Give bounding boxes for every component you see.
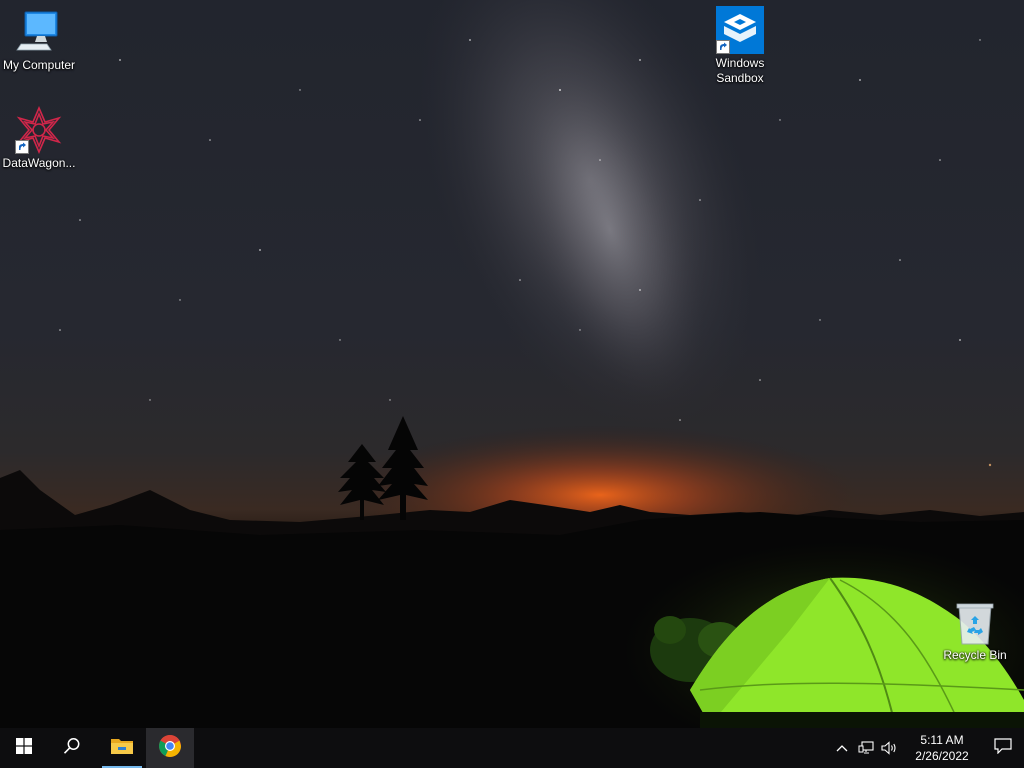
start-button[interactable] xyxy=(0,728,48,768)
taskbar-app-file-explorer[interactable] xyxy=(98,728,146,768)
datawagon-icon xyxy=(15,105,63,155)
search-icon xyxy=(63,737,81,760)
clock-date: 2/26/2022 xyxy=(915,749,969,763)
desktop-wallpaper xyxy=(0,0,1024,728)
notification-icon xyxy=(994,737,1012,759)
desktop-icon-windows-sandbox[interactable]: Windows Sandbox xyxy=(701,6,779,86)
desktop-icon-label: Windows Sandbox xyxy=(715,56,765,85)
desktop-icon-label: Recycle Bin xyxy=(943,648,1007,662)
taskbar-app-chrome[interactable] xyxy=(146,728,194,768)
desktop-icon-my-computer[interactable]: My Computer xyxy=(0,8,78,73)
system-tray: 5:11 AM 2/26/2022 xyxy=(830,728,1024,768)
clock-time: 5:11 AM xyxy=(920,733,964,747)
desktop-icon-recycle-bin[interactable]: Recycle Bin xyxy=(936,602,1014,663)
folder-icon xyxy=(110,736,134,761)
recycle-bin-icon xyxy=(951,602,999,646)
volume-icon[interactable] xyxy=(878,728,902,768)
chrome-icon xyxy=(158,734,182,763)
computer-icon xyxy=(15,8,63,56)
desktop-icon-label: My Computer xyxy=(2,58,76,72)
taskbar-clock[interactable]: 5:11 AM 2/26/2022 xyxy=(902,732,982,764)
desktop-icon-label: DataWagon... xyxy=(2,156,76,170)
desktop-icon-datawagon[interactable]: DataWagon... xyxy=(0,105,78,171)
taskbar: 5:11 AM 2/26/2022 xyxy=(0,728,1024,768)
chevron-up-icon[interactable] xyxy=(830,728,854,768)
network-icon[interactable] xyxy=(854,728,878,768)
shortcut-arrow-icon xyxy=(15,140,29,154)
search-button[interactable] xyxy=(48,728,96,768)
notification-button[interactable] xyxy=(982,728,1024,768)
shortcut-arrow-icon xyxy=(716,40,730,54)
windows-sandbox-icon xyxy=(716,6,764,54)
windows-logo-icon xyxy=(16,737,32,759)
